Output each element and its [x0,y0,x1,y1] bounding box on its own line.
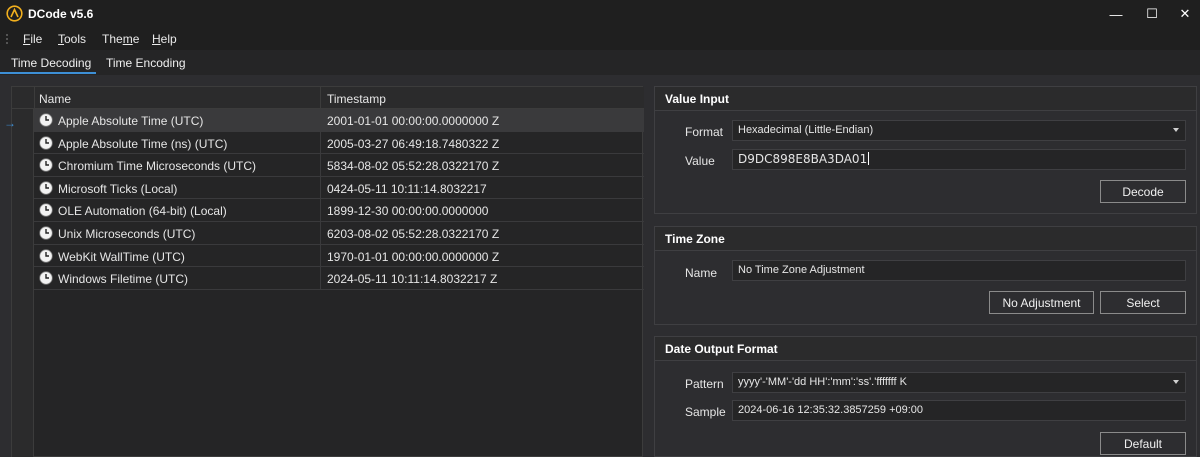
pattern-select[interactable]: yyyy'-'MM'-'dd HH':'mm':'ss'.'fffffff K [732,372,1186,393]
menu-theme[interactable]: Theme [102,32,139,46]
row-name: Unix Microseconds (UTC) [58,227,196,241]
close-button[interactable]: ✕ [1166,0,1200,28]
table-row[interactable]: Microsoft Ticks (Local) 0424-05-11 10:11:… [34,176,644,200]
time-zone-title: Time Zone [665,232,725,246]
row-timestamp: 0424-05-11 10:11:14.8032217 [327,181,487,196]
current-row-arrow-icon: → [4,116,16,130]
row-timestamp: 5834-08-02 05:52:28.0322170 Z [327,159,500,174]
results-grid[interactable]: Name Timestamp Apple Absolute Time (UTC)… [11,86,644,457]
value-input-panel: Value Input Format Hexadecimal (Little-E… [654,86,1197,214]
clock-icon [39,226,53,240]
chevron-down-icon [1173,128,1179,132]
app-logo-icon [6,5,23,22]
time-zone-panel: Time Zone Name No Time Zone Adjustment N… [654,226,1197,325]
time-zone-name-label: Name [685,266,718,280]
sample-field: 2024-06-16 12:35:32.3857259 +09:00 [732,400,1186,421]
table-row[interactable]: Unix Microseconds (UTC) 6203-08-02 05:52:… [34,222,644,245]
menu-help[interactable]: Help [152,32,177,46]
text-caret [868,152,870,165]
table-row[interactable]: WebKit WallTime (UTC) 1970-01-01 00:00:00… [34,244,644,268]
table-row[interactable]: OLE Automation (64-bit) (Local) 1899-12-3… [34,199,644,222]
clock-icon [39,248,53,263]
app-title: DCode v5.6 [28,7,94,21]
row-name: Chromium Time Microseconds (UTC) [58,159,257,174]
minimize-button[interactable]: — [1097,0,1135,28]
clock-icon [39,203,53,218]
table-row[interactable]: Windows Filetime (UTC) 2024-05-11 10:11:1… [34,267,644,290]
row-timestamp: 6203-08-02 05:52:28.0322170 Z [327,227,500,241]
date-output-format-panel: Date Output Format Pattern yyyy'-'MM'-'d… [654,336,1197,457]
title-bar: DCode v5.6 — ☐ ✕ [0,0,1200,28]
default-button[interactable]: Default [1100,432,1186,455]
tab-time-encoding[interactable]: Time Encoding [106,56,186,70]
row-timestamp: 1970-01-01 00:00:00.0000000 Z [327,249,500,264]
maximize-icon: ☐ [1146,6,1158,21]
minimize-icon: — [1109,6,1123,22]
format-select[interactable]: Hexadecimal (Little-Endian) [732,120,1186,141]
decode-button[interactable]: Decode [1100,180,1186,203]
row-name: Windows Filetime (UTC) [58,272,189,287]
menu-bar: File Tools Theme Help [0,28,1200,50]
menu-tools[interactable]: Tools [58,32,86,46]
clock-icon [39,158,53,172]
row-name: Apple Absolute Time (UTC) [58,114,204,128]
tab-time-decoding[interactable]: Time Decoding [11,56,91,70]
row-name: WebKit WallTime (UTC) [58,249,185,264]
row-timestamp: 1899-12-30 00:00:00.0000000 [327,204,489,219]
select-time-zone-button[interactable]: Select [1100,291,1186,314]
row-timestamp: 2001-01-01 00:00:00.0000000 Z [327,114,500,128]
column-header-timestamp[interactable]: Timestamp [327,92,386,106]
clock-icon [39,271,53,285]
value-input-title: Value Input [665,92,730,106]
active-tab-indicator [0,72,96,74]
menu-grip-icon[interactable] [6,33,8,45]
row-name: OLE Automation (64-bit) (Local) [58,204,227,219]
format-label: Format [685,125,724,139]
tab-bar: Time Decoding Time Encoding [0,50,1200,75]
sample-label: Sample [685,405,726,419]
time-zone-name-field: No Time Zone Adjustment [732,260,1186,281]
row-timestamp: 2024-05-11 10:11:14.8032217 Z [327,272,498,287]
clock-icon [39,181,53,195]
menu-file[interactable]: File [23,32,42,46]
chevron-down-icon [1173,380,1179,384]
value-label: Value [685,154,715,168]
clock-icon [39,113,53,127]
pattern-label: Pattern [685,377,724,391]
value-input[interactable]: D9DC898E8BA3DA01 [732,149,1186,170]
column-header-name[interactable]: Name [39,92,71,106]
no-adjustment-button[interactable]: No Adjustment [989,291,1094,314]
close-icon: ✕ [1179,6,1191,21]
row-timestamp: 2005-03-27 06:49:18.7480322 Z [327,136,500,151]
table-row[interactable]: Apple Absolute Time (ns) (UTC) 2005-03-27… [34,131,644,155]
clock-icon [39,135,53,150]
row-header-column [12,109,34,457]
date-output-format-title: Date Output Format [665,342,778,356]
table-row[interactable]: Chromium Time Microseconds (UTC) 5834-08-… [34,154,644,177]
row-name: Microsoft Ticks (Local) [58,181,178,196]
grid-header: Name Timestamp [12,87,644,109]
table-row[interactable]: Apple Absolute Time (UTC) 2001-01-01 00:0… [34,109,644,132]
row-name: Apple Absolute Time (ns) (UTC) [58,136,228,151]
